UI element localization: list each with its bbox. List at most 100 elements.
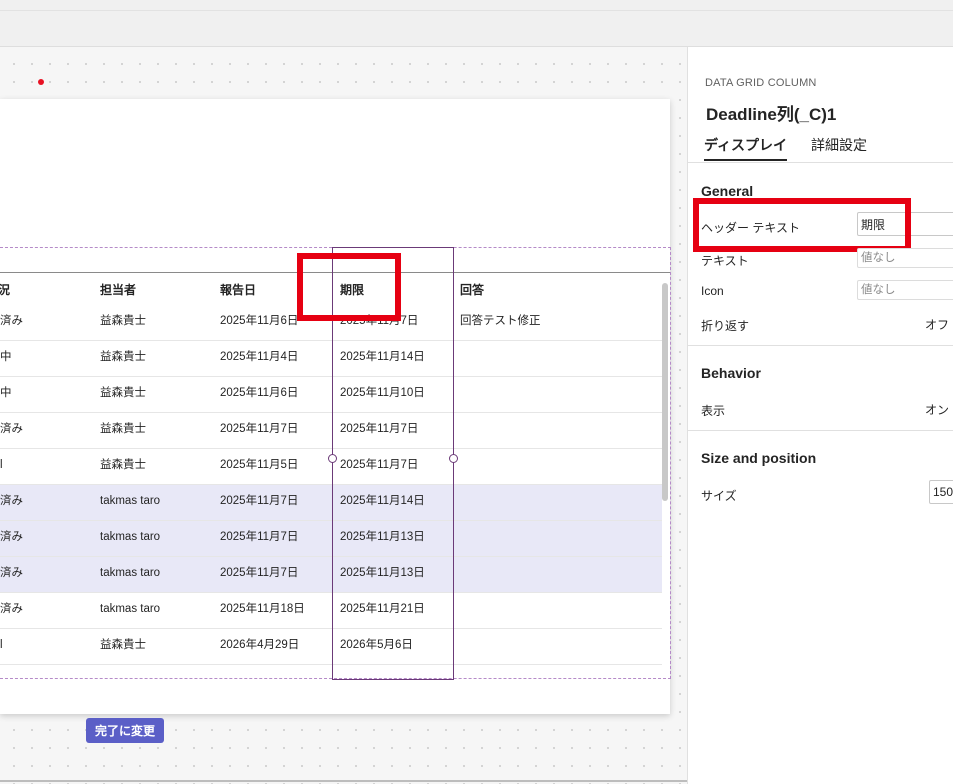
- assignee-cell: 益森貴士: [100, 639, 146, 651]
- assignee-cell: 益森貴士: [100, 423, 146, 435]
- column-header-deadline[interactable]: 期限: [340, 275, 364, 305]
- answer-cell: [460, 413, 640, 448]
- answer-cell: [460, 593, 640, 628]
- canvas-bottom-border: [0, 780, 687, 782]
- visible-label: 表示: [701, 404, 726, 418]
- table-row[interactable]: 済み takmas taro 2025年11月18日 2025年11月21日: [0, 593, 662, 629]
- column-header-answer[interactable]: 回答: [460, 275, 484, 305]
- report-date-cell: 2025年11月18日: [220, 603, 305, 615]
- deadline-cell: 2025年11月13日: [340, 567, 425, 579]
- text-label: テキスト: [701, 254, 749, 268]
- assignee-cell: takmas taro: [100, 567, 161, 579]
- report-date-cell: 2025年11月7日: [220, 567, 299, 579]
- report-date-cell: 2025年11月7日: [220, 531, 299, 543]
- scrollbar-thumb[interactable]: [662, 283, 668, 501]
- grid-top-divider: [0, 272, 670, 273]
- resize-handle-right[interactable]: [449, 454, 458, 463]
- grid-body: 済み 益森貴士 2025年11月6日 2025年11月7日 回答テスト修正中益森貴士 20…: [0, 305, 662, 665]
- deadline-cell: 2025年11月13日: [340, 531, 425, 543]
- table-row[interactable]: 済み takmas taro 2025年11月7日 2025年11月13日: [0, 521, 662, 557]
- column-header-status[interactable]: 況: [0, 275, 10, 305]
- deadline-cell: 2025年11月7日: [340, 459, 419, 471]
- table-row[interactable]: 済み 益森貴士 2025年11月7日 2025年11月7日: [0, 413, 662, 449]
- answer-cell: [460, 557, 640, 592]
- icon-label: Icon: [701, 284, 724, 298]
- assignee-cell: 益森貴士: [100, 315, 146, 327]
- red-dot-marker: [38, 79, 44, 85]
- answer-cell: [460, 449, 640, 484]
- status-cell: 中: [0, 351, 12, 363]
- assignee-cell: 益森貴士: [100, 459, 146, 471]
- answer-cell: 回答テスト修正: [460, 315, 541, 327]
- status-cell: l: [0, 459, 3, 471]
- text-input[interactable]: [857, 248, 953, 268]
- answer-cell: [460, 485, 640, 520]
- status-cell: 済み: [0, 315, 23, 327]
- deadline-cell: 2025年11月21日: [340, 603, 425, 615]
- deadline-cell: 2025年11月14日: [340, 351, 425, 363]
- status-cell: 中: [0, 387, 12, 399]
- answer-cell: [460, 341, 640, 376]
- section-divider-1: [688, 345, 953, 346]
- size-label: サイズ: [701, 489, 737, 503]
- table-row[interactable]: 済み takmas taro 2025年11月7日 2025年11月14日: [0, 485, 662, 521]
- status-cell: 済み: [0, 567, 23, 579]
- resize-handle-left[interactable]: [328, 454, 337, 463]
- visible-toggle[interactable]: オン: [925, 401, 949, 418]
- icon-input[interactable]: [857, 280, 953, 300]
- answer-cell: [460, 377, 640, 412]
- toolbar-divider: [0, 10, 953, 11]
- column-header-assignee[interactable]: 担当者: [100, 275, 136, 305]
- top-toolbar: [0, 0, 953, 47]
- answer-cell: [460, 521, 640, 556]
- status-cell: 済み: [0, 423, 23, 435]
- table-row[interactable]: 済み takmas taro 2025年11月7日 2025年11月13日: [0, 557, 662, 593]
- section-size-position-title: Size and position: [701, 450, 817, 466]
- deadline-cell: 2025年11月10日: [340, 387, 425, 399]
- header-text-label: ヘッダー テキスト: [701, 221, 800, 235]
- header-text-input[interactable]: [857, 212, 953, 236]
- status-cell: 済み: [0, 495, 23, 507]
- table-row[interactable]: 済み 益森貴士 2025年11月6日 2025年11月7日 回答テスト修正: [0, 305, 662, 341]
- deadline-cell: 2025年11月14日: [340, 495, 425, 507]
- assignee-cell: takmas taro: [100, 531, 161, 543]
- deadline-cell: 2026年5月6日: [340, 639, 413, 651]
- report-date-cell: 2025年11月7日: [220, 423, 299, 435]
- table-row[interactable]: 中 益森貴士 2025年11月4日 2025年11月14日: [0, 341, 662, 377]
- deadline-cell: 2025年11月7日: [340, 423, 419, 435]
- size-input[interactable]: [929, 480, 953, 504]
- tab-display[interactable]: ディスプレイ: [704, 135, 788, 161]
- deadline-cell: 2025年11月7日: [340, 315, 419, 327]
- design-canvas[interactable]: 況 担当者 報告日 期限 回答 済み 益森貴士 2025年11月6日 2025年11月…: [0, 47, 687, 784]
- assignee-cell: takmas taro: [100, 603, 161, 615]
- app-screen[interactable]: 況 担当者 報告日 期限 回答 済み 益森貴士 2025年11月6日 2025年11月…: [0, 99, 671, 743]
- answer-cell: [460, 629, 640, 664]
- panel-kicker: DATA GRID COLUMN: [705, 77, 817, 89]
- section-behavior-title: Behavior: [701, 365, 761, 381]
- assignee-cell: 益森貴士: [100, 387, 146, 399]
- status-cell: 済み: [0, 603, 23, 615]
- column-header-report-date[interactable]: 報告日: [220, 275, 256, 305]
- table-row[interactable]: 中 益森貴士 2025年11月6日 2025年11月10日: [0, 377, 662, 413]
- table-row[interactable]: l 益森貴士 2026年4月29日 2026年5月6日: [0, 629, 662, 665]
- report-date-cell: 2026年4月29日: [220, 639, 300, 651]
- tab-divider: [688, 162, 953, 163]
- grid-scrollbar[interactable]: [662, 279, 668, 659]
- assignee-cell: 益森貴士: [100, 351, 146, 363]
- complete-button[interactable]: 完了に変更: [86, 718, 164, 743]
- report-date-cell: 2025年11月6日: [220, 387, 299, 399]
- section-divider-2: [688, 430, 953, 431]
- status-cell: l: [0, 639, 3, 651]
- properties-panel: DATA GRID COLUMN Deadline列(_C)1 ディスプレイ 詳…: [687, 47, 953, 784]
- grid-header-row: 況 担当者 報告日 期限 回答: [0, 275, 662, 305]
- tab-advanced[interactable]: 詳細設定: [811, 135, 867, 159]
- report-date-cell: 2025年11月5日: [220, 459, 299, 471]
- status-cell: 済み: [0, 531, 23, 543]
- panel-title: Deadline列(_C)1: [706, 105, 837, 124]
- report-date-cell: 2025年11月6日: [220, 315, 299, 327]
- assignee-cell: takmas taro: [100, 495, 161, 507]
- report-date-cell: 2025年11月7日: [220, 495, 299, 507]
- section-general-title: General: [701, 183, 754, 199]
- wrap-label: 折り返す: [701, 319, 750, 333]
- wrap-toggle[interactable]: オフ: [925, 316, 949, 333]
